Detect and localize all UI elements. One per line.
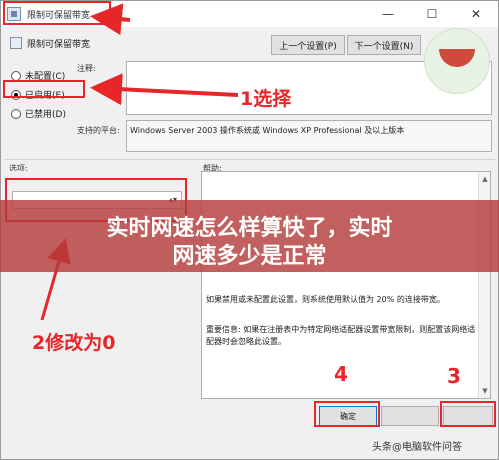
article-title-banner: 实时网速怎么样算快了，实时 网速多少是正常 bbox=[0, 200, 499, 272]
banner-line-2: 网速多少是正常 bbox=[172, 244, 327, 269]
annotation-step-four: 4 bbox=[334, 362, 348, 386]
site-logo bbox=[424, 28, 490, 94]
watermark: 头条@电脑软件问答 bbox=[372, 442, 462, 453]
annotation-select: 1选择 bbox=[240, 88, 292, 110]
bowl-icon bbox=[439, 49, 475, 67]
select-arrow bbox=[90, 73, 239, 106]
annotation-step-three: 3 bbox=[447, 364, 461, 388]
annotation-change-to-zero: 2修改为0 bbox=[32, 332, 116, 354]
title-arrow bbox=[90, 3, 131, 36]
